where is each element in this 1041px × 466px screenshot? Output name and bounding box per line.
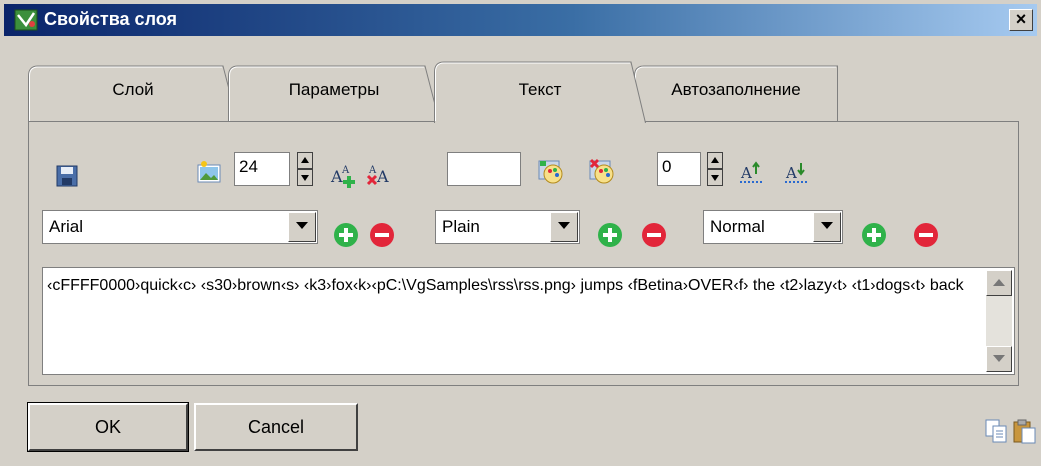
copy-icon[interactable]: [984, 418, 1010, 444]
font-weight-value: Normal: [710, 217, 765, 236]
scroll-up-button[interactable]: [986, 270, 1012, 296]
color-pick-icon[interactable]: [538, 158, 564, 184]
chevron-down-icon[interactable]: [813, 212, 841, 242]
font-style-value: Plain: [442, 217, 480, 236]
font-weight-select[interactable]: Normal: [703, 210, 843, 244]
svg-text:A: A: [785, 164, 797, 182]
tab-autofill[interactable]: Автозаполнение: [634, 62, 838, 122]
title-bar: Свойства слоя ×: [4, 4, 1037, 36]
svg-text:A: A: [740, 164, 752, 182]
layer-properties-dialog: Свойства слоя × Слой Параметры Текст Авт…: [0, 0, 1041, 466]
underline-down-icon[interactable]: A: [785, 160, 811, 186]
vertical-scrollbar[interactable]: [986, 270, 1012, 372]
font-style-select[interactable]: Plain: [435, 210, 580, 244]
spacing-input[interactable]: 0: [657, 152, 701, 186]
color-remove-icon[interactable]: [589, 158, 615, 184]
image-icon[interactable]: [196, 160, 222, 186]
tab-text[interactable]: Текст: [434, 60, 646, 123]
font-size-input[interactable]: 24: [234, 152, 290, 186]
paste-icon[interactable]: [1012, 418, 1038, 444]
remove-font-icon[interactable]: [369, 222, 395, 248]
svg-text:A: A: [368, 165, 377, 176]
cancel-button[interactable]: Cancel: [194, 403, 358, 451]
spacing-stepper[interactable]: [707, 152, 723, 186]
remove-style-icon[interactable]: [641, 222, 667, 248]
add-weight-icon[interactable]: [861, 222, 887, 248]
tab-label: Автозаполнение: [671, 80, 801, 99]
font-family-value: Arial: [49, 217, 84, 236]
window-title: Свойства слоя: [44, 9, 178, 29]
scroll-down-button[interactable]: [986, 346, 1012, 372]
text-editor[interactable]: ‹cFFFF0000›quick‹c› ‹s30›brown‹s› ‹k3›fo…: [42, 267, 1015, 375]
decrease-font-icon[interactable]: A A: [366, 162, 392, 188]
font-size-stepper[interactable]: [297, 152, 313, 186]
tab-parameters[interactable]: Параметры: [228, 62, 440, 122]
svg-text:A: A: [376, 167, 389, 186]
app-icon: [14, 9, 38, 31]
remove-weight-icon[interactable]: [913, 222, 939, 248]
svg-text:A: A: [341, 165, 350, 176]
tab-label: Слой: [112, 80, 154, 99]
tab-label: Параметры: [288, 80, 380, 99]
ok-button[interactable]: OK: [27, 402, 189, 452]
chevron-down-icon[interactable]: [288, 212, 316, 242]
close-button[interactable]: ×: [1009, 9, 1033, 31]
text-editor-content[interactable]: ‹cFFFF0000›quick‹c› ‹s30›brown‹s› ‹k3›fo…: [47, 272, 975, 299]
add-font-icon[interactable]: [333, 222, 359, 248]
increase-font-icon[interactable]: A A: [330, 162, 356, 188]
underline-up-icon[interactable]: A: [740, 160, 766, 186]
add-style-icon[interactable]: [597, 222, 623, 248]
font-family-select[interactable]: Arial: [42, 210, 318, 244]
color-input[interactable]: [447, 152, 521, 186]
save-icon[interactable]: [54, 163, 80, 189]
tab-layer[interactable]: Слой: [28, 62, 238, 122]
tab-label: Текст: [518, 80, 562, 99]
chevron-down-icon[interactable]: [550, 212, 578, 242]
